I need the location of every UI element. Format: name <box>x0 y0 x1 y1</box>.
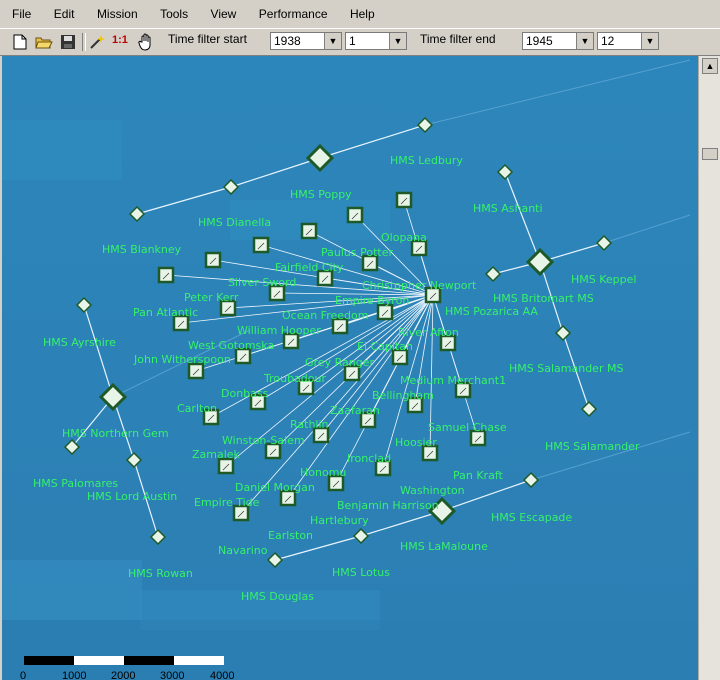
ship-label: Pan Kraft <box>453 469 504 482</box>
new-document-icon[interactable] <box>10 32 30 52</box>
ship-label: Winston-Salem <box>222 434 305 447</box>
filter-start-label: Time filter start <box>168 32 247 46</box>
toolbar: 1:1 Time filter start 1938 ▼ 1 ▼ Time fi… <box>0 28 720 56</box>
ship-label: Washington <box>400 484 465 497</box>
ship-label: HMS Pozarica AA <box>445 305 538 318</box>
filter-end-month-value: 12 <box>601 34 615 48</box>
ship-label: Honomu <box>300 466 346 479</box>
scale-label: 4000 <box>210 670 234 680</box>
ship-label: HMS Lotus <box>332 566 390 579</box>
vertical-scrollbar[interactable]: ▲ <box>698 56 720 680</box>
ship-label: William Hooper <box>237 324 321 337</box>
ship-label: Empire Byron <box>335 294 409 307</box>
scroll-up-icon[interactable]: ▲ <box>702 58 718 74</box>
ship-label: Ironclad <box>347 452 391 465</box>
ship-label: Zamalek <box>192 448 241 461</box>
ship-label: Ocean Freedom <box>282 309 368 322</box>
scroll-thumb[interactable] <box>702 148 718 160</box>
menu-help[interactable]: Help <box>338 0 381 21</box>
ship-label: HMS Poppy <box>290 188 352 201</box>
menu-file[interactable]: File <box>0 0 37 21</box>
chevron-down-icon[interactable]: ▼ <box>389 33 406 49</box>
ship-label: HMS Salamander MS <box>509 362 623 375</box>
ship-label: HMS Keppel <box>571 273 636 286</box>
menu-bar: File Edit Mission Tools View Performance… <box>0 0 720 29</box>
ship-label: Silver Sword <box>228 276 296 289</box>
filter-end-year-select[interactable]: 1945 ▼ <box>522 32 594 50</box>
sea-patch <box>2 560 142 620</box>
ship-label: Peter Kerr <box>184 291 239 304</box>
ship-label: Empire Tide <box>194 496 260 509</box>
save-disk-icon[interactable] <box>58 32 78 52</box>
ship-label: HMS Rowan <box>128 567 193 580</box>
ship-label: Medium Merchant1 <box>400 374 506 387</box>
ship-label: Pan Atlantic <box>133 306 198 319</box>
ship-label: Daniel Morgan <box>235 481 315 494</box>
ship-label: Navarino <box>218 544 268 557</box>
menu-edit[interactable]: Edit <box>42 0 81 21</box>
ship-label: HMS Dianella <box>198 216 271 229</box>
filter-start-year-value: 1938 <box>274 34 301 48</box>
ship-label: HMS Escapade <box>491 511 572 524</box>
ship-label: Fairfield City <box>275 261 344 274</box>
magic-wand-icon[interactable] <box>88 32 108 52</box>
ship-label: HMS Palomares <box>33 477 118 490</box>
ship-label: HMS Ayrshire <box>43 336 116 349</box>
filter-end-year-value: 1945 <box>526 34 553 48</box>
ship-label: Christopher Newport <box>362 279 477 292</box>
sea-patch <box>2 620 698 680</box>
open-folder-icon[interactable] <box>34 32 54 52</box>
ship-label: HMS Lord Austin <box>87 490 177 503</box>
map-canvas[interactable]: HMS Ledbury HMS Poppy HMS Ashanti HMS Di… <box>2 56 698 680</box>
chevron-down-icon[interactable]: ▼ <box>324 33 341 49</box>
ship-label: John Witherspoon <box>133 353 231 366</box>
ship-label: Carlton <box>177 402 217 415</box>
map-svg[interactable]: HMS Ledbury HMS Poppy HMS Ashanti HMS Di… <box>2 56 698 680</box>
ship-label: West Gotomska <box>188 339 274 352</box>
filter-start-year-select[interactable]: 1938 ▼ <box>270 32 342 50</box>
ship-label: Paulus Potter <box>321 246 393 259</box>
scale-label: 0 <box>20 670 26 680</box>
sea-patch <box>2 120 122 180</box>
ship-label: HMS Ashanti <box>473 202 543 215</box>
ship-label: Troubadour <box>263 372 326 385</box>
ship-label: Samuel Chase <box>428 421 507 434</box>
ship-label: Grey Ranger <box>305 356 374 369</box>
ship-label: Hartlebury <box>310 514 369 527</box>
filter-start-month-value: 1 <box>349 34 356 48</box>
ship-label: HMS Blankney <box>102 243 182 256</box>
chevron-down-icon[interactable]: ▼ <box>576 33 593 49</box>
ship-label: Earlston <box>268 529 313 542</box>
scale-label: 3000 <box>160 670 184 680</box>
ship-label: HMS LaMaloune <box>400 540 488 553</box>
ship-label: Benjamin Harrison <box>337 499 439 512</box>
ship-label: HMS Ledbury <box>390 154 463 167</box>
menu-tools[interactable]: Tools <box>148 0 194 21</box>
ship-label: Bellingham <box>372 389 434 402</box>
ship-label: HMS Douglas <box>241 590 314 603</box>
toolbar-separator <box>82 33 86 51</box>
filter-end-label: Time filter end <box>420 32 496 46</box>
ratio-button[interactable]: 1:1 <box>112 34 128 46</box>
ship-label: HMS Northern Gem <box>62 427 169 440</box>
scale-label: 1000 <box>62 670 86 680</box>
ship-label: HMS Britomart MS <box>493 292 594 305</box>
ship-label: Olopana <box>381 231 427 244</box>
filter-start-month-select[interactable]: 1 ▼ <box>345 32 407 50</box>
scale-label: 2000 <box>111 670 135 680</box>
chevron-down-icon[interactable]: ▼ <box>641 33 658 49</box>
ship-label: River Afton <box>398 326 459 339</box>
hand-pan-icon[interactable] <box>136 32 156 52</box>
ship-label: Donbass <box>221 387 269 400</box>
menu-view[interactable]: View <box>199 0 243 21</box>
ship-label: Rathlin <box>290 418 329 431</box>
ship-label: Zaafaran <box>330 404 380 417</box>
ship-label: El Capitan <box>357 340 413 353</box>
menu-performance[interactable]: Performance <box>247 0 334 21</box>
ship-label: Hoosier <box>395 436 437 449</box>
filter-end-month-select[interactable]: 12 ▼ <box>597 32 659 50</box>
menu-mission[interactable]: Mission <box>85 0 144 21</box>
ship-label: HMS Salamander <box>545 440 640 453</box>
